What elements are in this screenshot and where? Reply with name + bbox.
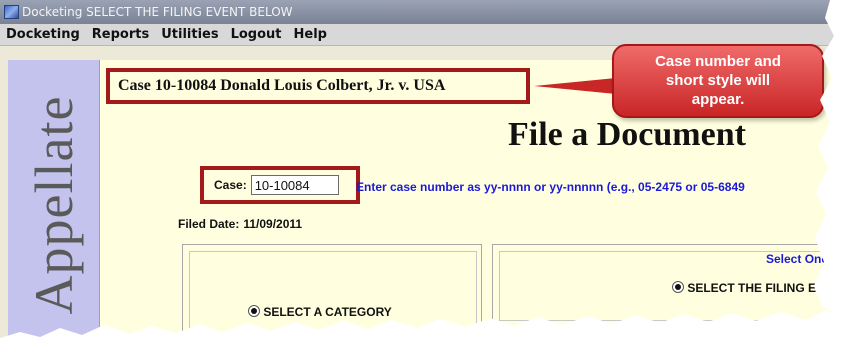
menu-bar: Docketing Reports Utilities Logout Help (0, 24, 841, 46)
window-title: Docketing SELECT THE FILING EVENT BELOW (22, 5, 293, 19)
app-window: Docketing SELECT THE FILING EVENT BELOW … (0, 0, 841, 348)
menu-logout[interactable]: Logout (231, 27, 282, 42)
menu-utilities[interactable]: Utilities (161, 27, 218, 42)
case-heading: Case 10-10084 Donald Louis Colbert, Jr. … (106, 68, 530, 104)
menu-help[interactable]: Help (294, 27, 327, 42)
filed-date-value: 11/09/2011 (243, 217, 303, 231)
app-icon (4, 5, 19, 19)
select-one-label: Select One (766, 252, 829, 266)
category-panel (182, 244, 482, 348)
select-category-label: SELECT A CATEGORY (263, 305, 392, 319)
case-heading-text: Case 10-10084 Donald Louis Colbert, Jr. … (118, 77, 446, 94)
category-inner-frame (189, 251, 477, 348)
select-filing-event-label: SELECT THE FILING E (687, 281, 817, 295)
filed-date: Filed Date: 11/09/2011 (178, 217, 302, 231)
case-hint: Enter case number as yy-nnnn or yy-nnnnn… (356, 180, 745, 194)
select-category-option[interactable]: SELECT A CATEGORY (248, 305, 392, 319)
filing-event-radio-icon[interactable] (672, 281, 684, 293)
callout-text: Case number and short style will appear. (655, 53, 781, 108)
category-radio-icon[interactable] (248, 305, 260, 317)
case-field-group: Case: (200, 166, 360, 204)
banner-text: Appellate (23, 95, 84, 315)
callout-pointer (534, 78, 616, 94)
filed-date-label: Filed Date: (178, 217, 240, 231)
page-title: File a Document (508, 116, 746, 153)
select-filing-event-option[interactable]: SELECT THE FILING E (672, 281, 816, 295)
title-bar: Docketing SELECT THE FILING EVENT BELOW (0, 0, 841, 24)
menu-docketing[interactable]: Docketing (6, 27, 80, 42)
appellate-banner: Appellate (8, 60, 100, 348)
menu-reports[interactable]: Reports (92, 27, 149, 42)
case-number-input[interactable] (250, 175, 339, 195)
annotation-callout: Case number and short style will appear. (612, 44, 824, 118)
case-label: Case: (214, 178, 247, 192)
